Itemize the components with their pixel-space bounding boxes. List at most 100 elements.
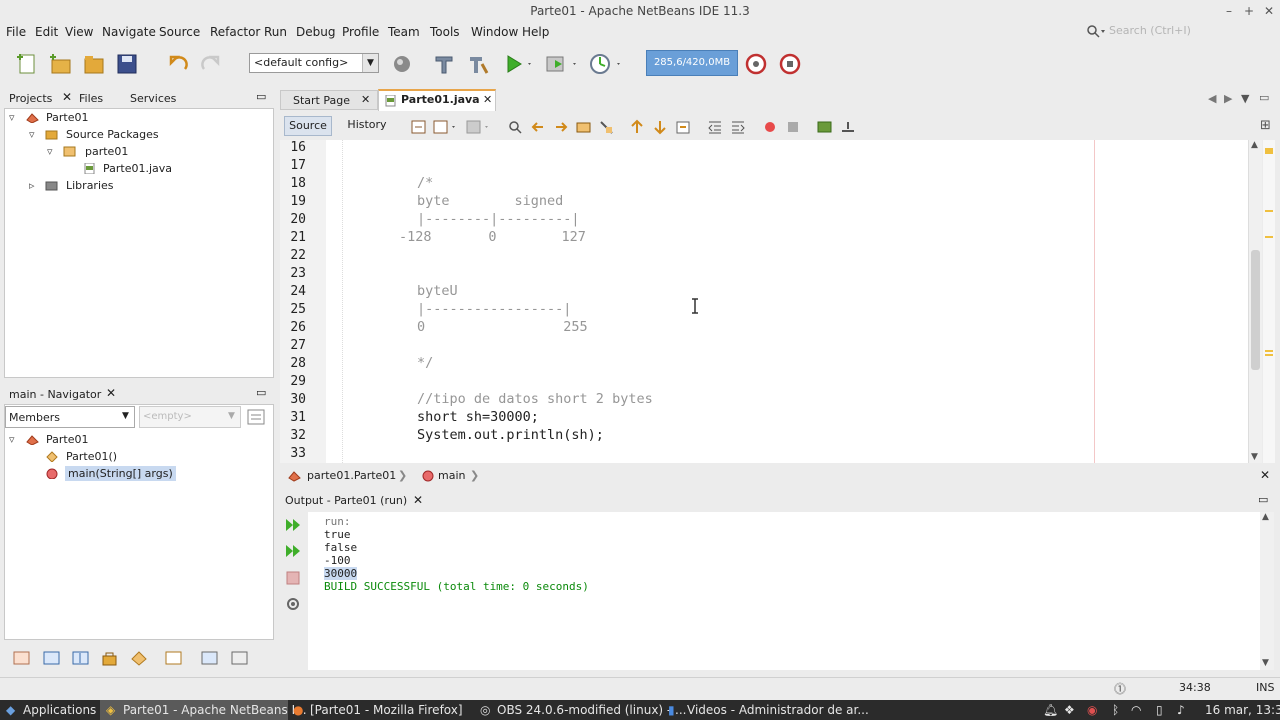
applications-menu-icon[interactable]: ◆ bbox=[6, 703, 15, 717]
scroll-down-icon[interactable]: ▼ bbox=[1251, 452, 1258, 462]
expand-icon[interactable]: ▿ bbox=[47, 145, 53, 158]
split-editor-icon[interactable]: ⊞ bbox=[1260, 118, 1271, 133]
toggle-highlight-icon[interactable] bbox=[598, 119, 616, 135]
save-all-icon[interactable] bbox=[115, 52, 139, 76]
filter-inner-icon[interactable] bbox=[129, 650, 149, 666]
tab-parte01-java[interactable]: Parte01.java ✕ bbox=[378, 89, 496, 111]
maximize-button[interactable]: + bbox=[1239, 0, 1259, 22]
filter-fields-icon[interactable] bbox=[42, 650, 62, 666]
redo-icon[interactable] bbox=[199, 52, 223, 76]
wifi-icon[interactable]: ◠ bbox=[1131, 703, 1141, 717]
previous-bookmark-icon[interactable] bbox=[628, 119, 646, 135]
breadcrumb-class[interactable]: parte01.Parte01 bbox=[307, 469, 396, 482]
tree-item-java-file[interactable]: Parte01.java bbox=[103, 162, 172, 175]
task-netbeans[interactable]: ◈ Parte01 - Apache NetBeans I... bbox=[100, 700, 307, 720]
filter-inherited-icon[interactable] bbox=[12, 650, 32, 666]
sort-alpha-icon[interactable] bbox=[200, 650, 220, 666]
find-previous-icon[interactable] bbox=[529, 119, 547, 135]
filter-static-icon[interactable] bbox=[71, 650, 91, 666]
find-selection-icon[interactable] bbox=[575, 119, 593, 135]
rerun-with-params-icon[interactable] bbox=[284, 543, 302, 559]
warning-marker[interactable] bbox=[1265, 148, 1273, 154]
close-icon[interactable]: ✕ bbox=[413, 493, 423, 507]
menu-navigate[interactable]: Navigate bbox=[102, 25, 156, 39]
menu-view[interactable]: View bbox=[65, 25, 93, 39]
battery-icon[interactable]: ▯ bbox=[1156, 703, 1163, 717]
tree-item-package[interactable]: parte01 bbox=[85, 145, 128, 158]
undo-icon[interactable] bbox=[166, 52, 190, 76]
memory-usage-button[interactable]: 285,6/420,0MB bbox=[646, 50, 738, 76]
bluetooth-icon[interactable]: ᛒ bbox=[1112, 703, 1119, 717]
tab-projects[interactable]: Projects bbox=[9, 92, 52, 105]
rerun-icon[interactable] bbox=[284, 517, 302, 533]
nav-item-main[interactable]: main(String[] args) bbox=[65, 466, 176, 481]
expand-icon[interactable]: ▿ bbox=[9, 433, 15, 446]
new-file-icon[interactable] bbox=[16, 52, 40, 76]
toggle-bookmark-icon[interactable] bbox=[674, 119, 692, 135]
editor-scrollbar[interactable]: ▲ ▼ bbox=[1248, 140, 1262, 463]
forward-icon[interactable] bbox=[465, 119, 493, 135]
tab-services[interactable]: Services bbox=[130, 92, 176, 105]
members-select[interactable]: Members ▼ bbox=[5, 406, 135, 428]
clean-build-icon[interactable] bbox=[466, 52, 490, 76]
close-icon[interactable]: ✕ bbox=[483, 93, 492, 106]
task-file-manager[interactable]: Videos - Administrador de ar... bbox=[687, 703, 869, 717]
output-console[interactable]: run: true false -100 30000 BUILD SUCCESS… bbox=[308, 512, 1260, 670]
tree-item-libraries[interactable]: Libraries bbox=[66, 179, 114, 192]
scroll-left-icon[interactable]: ◀ bbox=[1208, 92, 1216, 105]
notifications-icon[interactable]: ⓵ bbox=[1114, 680, 1126, 697]
filter-select[interactable]: <empty> ▼ bbox=[139, 406, 241, 428]
scroll-up-icon[interactable]: ▲ bbox=[1262, 512, 1269, 522]
menu-debug[interactable]: Debug bbox=[296, 25, 335, 39]
uncomment-icon[interactable] bbox=[839, 119, 857, 135]
filter-fqn-icon[interactable] bbox=[164, 650, 184, 666]
run-icon[interactable] bbox=[503, 52, 535, 76]
comment-icon[interactable] bbox=[816, 119, 834, 135]
breadcrumb-method[interactable]: main bbox=[438, 469, 465, 482]
sort-position-icon[interactable] bbox=[230, 650, 250, 666]
close-icon[interactable]: ✕ bbox=[1260, 468, 1270, 482]
profile-icon[interactable] bbox=[588, 52, 624, 76]
stop-icon[interactable] bbox=[285, 570, 301, 586]
dropbox-icon[interactable]: ❖ bbox=[1064, 703, 1075, 717]
output-scrollbar[interactable]: ▲ ▼ bbox=[1260, 512, 1274, 670]
menu-team[interactable]: Team bbox=[388, 25, 420, 39]
applications-menu[interactable]: Applications bbox=[23, 703, 96, 717]
menu-profile[interactable]: Profile bbox=[342, 25, 379, 39]
nav-item-class[interactable]: Parte01 bbox=[46, 433, 88, 446]
menu-edit[interactable]: Edit bbox=[35, 25, 58, 39]
occurrence-marker[interactable] bbox=[1265, 236, 1273, 238]
find-icon[interactable] bbox=[507, 119, 525, 135]
start-macro-icon[interactable] bbox=[762, 119, 778, 135]
volume-icon[interactable]: ♪ bbox=[1177, 703, 1185, 717]
tree-item-source-packages[interactable]: Source Packages bbox=[66, 128, 159, 141]
back-icon[interactable] bbox=[432, 119, 460, 135]
scrollbar-thumb[interactable] bbox=[1251, 250, 1260, 370]
close-icon[interactable]: ✕ bbox=[106, 386, 116, 400]
settings-gear-icon[interactable] bbox=[284, 596, 302, 612]
occurrence-marker[interactable] bbox=[1265, 210, 1273, 212]
code-editor[interactable]: /* byte signed |--------|---------| -128… bbox=[326, 140, 1248, 463]
tab-start-page[interactable]: Start Page ✕ bbox=[280, 90, 378, 110]
shift-left-icon[interactable] bbox=[706, 119, 724, 135]
set-main-project-icon[interactable] bbox=[390, 52, 414, 76]
filter-nonpublic-icon[interactable] bbox=[100, 650, 120, 666]
minimize-panel-icon[interactable]: ▭ bbox=[1258, 493, 1268, 506]
output-title[interactable]: Output - Parte01 (run) bbox=[285, 494, 407, 507]
screen-record-icon[interactable]: ◉ bbox=[1087, 703, 1097, 717]
navigator-title[interactable]: main - Navigator bbox=[9, 388, 101, 401]
shift-right-icon[interactable] bbox=[729, 119, 747, 135]
tab-files[interactable]: Files bbox=[79, 92, 103, 105]
scroll-down-icon[interactable]: ▼ bbox=[1262, 658, 1269, 668]
open-project-icon[interactable] bbox=[82, 52, 106, 76]
close-window-button[interactable]: ✕ bbox=[1259, 0, 1279, 22]
menu-file[interactable]: File bbox=[6, 25, 26, 39]
notification-bell-icon[interactable]: 🔔︎ bbox=[1043, 703, 1058, 717]
task-obs[interactable]: OBS 24.0.6-modified (linux) - ... bbox=[497, 703, 687, 717]
minimize-button[interactable]: – bbox=[1219, 0, 1239, 22]
expand-icon[interactable]: ▿ bbox=[9, 111, 15, 124]
maximize-window-icon[interactable]: ▭ bbox=[1259, 91, 1269, 104]
occurrence-marker[interactable] bbox=[1265, 354, 1273, 356]
scroll-up-icon[interactable]: ▲ bbox=[1251, 140, 1258, 150]
last-edit-icon[interactable] bbox=[410, 119, 428, 135]
